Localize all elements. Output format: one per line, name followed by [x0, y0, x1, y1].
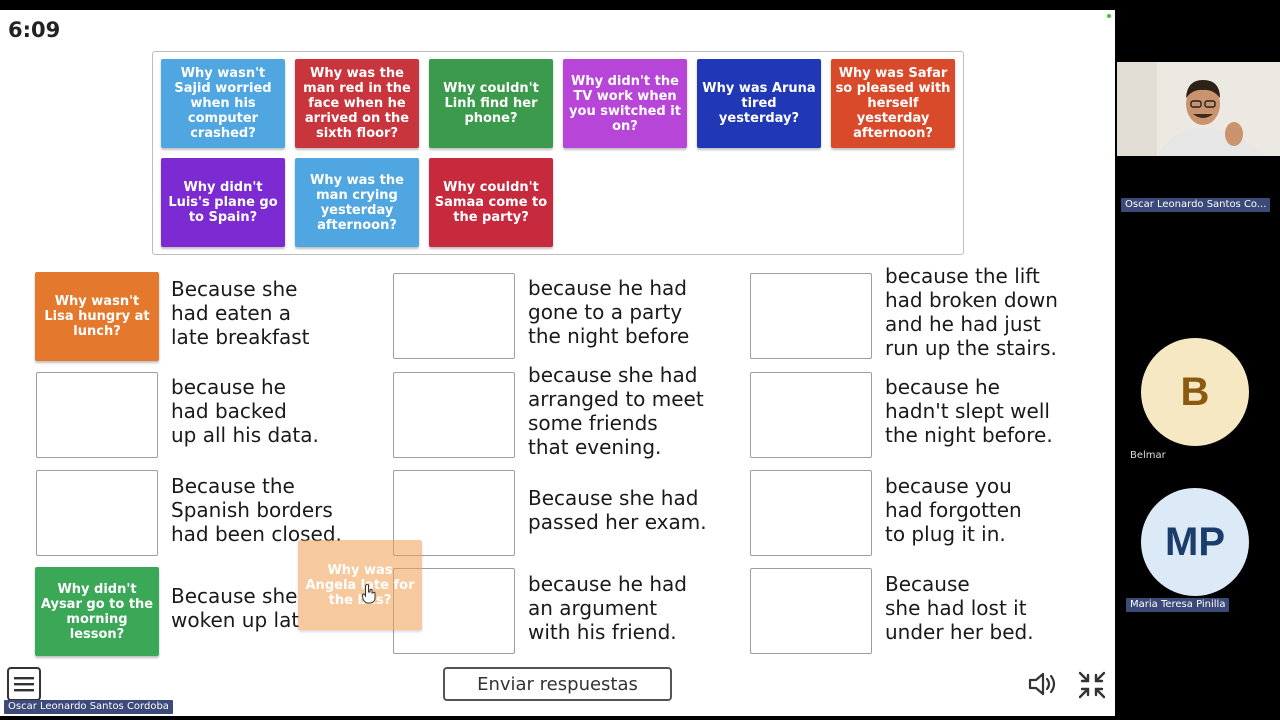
answer-text: because he hadn't slept well the night b…	[885, 375, 1053, 447]
bank-tile[interactable]: Why couldn't Samaa come to the party?	[429, 158, 553, 247]
timer: 6:09	[8, 18, 61, 42]
drop-slot[interactable]	[750, 470, 872, 556]
hand-cursor-icon	[362, 584, 376, 604]
submit-answers-button[interactable]: Enviar respuestas	[443, 667, 672, 701]
drop-slot[interactable]	[36, 372, 158, 458]
drop-slot[interactable]	[750, 568, 872, 654]
placed-tile[interactable]: Why didn't Aysar go to the morning lesso…	[35, 567, 159, 656]
participant-name-tag: Oscar Leonardo Santos Co...	[1121, 198, 1271, 212]
participant-video	[1117, 62, 1280, 156]
exit-fullscreen-icon[interactable]	[1077, 670, 1107, 700]
placed-tile[interactable]: Why wasn't Lisa hungry at lunch?	[35, 272, 159, 361]
answer-text: Because she had eaten a late breakfast	[171, 277, 310, 349]
self-name-tag: Oscar Leonardo Santos Cordoba	[4, 700, 173, 714]
status-dot	[1107, 14, 1111, 18]
answer-text: Because she had woken up late.	[171, 584, 299, 632]
participant-name-tag: Maria Teresa Pinilla	[1126, 598, 1230, 612]
answer-text: because she had arranged to meet some fr…	[528, 363, 704, 459]
answer-text: Because she had lost it under her bed.	[885, 572, 1034, 644]
hamburger-icon	[14, 677, 34, 692]
participant-avatar: MP	[1141, 488, 1249, 596]
drop-slot[interactable]	[393, 372, 515, 458]
drop-slot[interactable]	[750, 372, 872, 458]
bank-tile[interactable]: Why was the man crying yesterday afterno…	[295, 158, 419, 247]
answer-text: because he had backed up all his data.	[171, 375, 319, 447]
bank-tile[interactable]: Why didn't the TV work when you switched…	[563, 59, 687, 148]
answer-text: because he had an argument with his frie…	[528, 572, 687, 644]
bank-tile[interactable]: Why was Aruna tired yesterday?	[697, 59, 821, 148]
bank-tile[interactable]: Why wasn't Sajid worried when his comput…	[161, 59, 285, 148]
answer-text: because he had gone to a party the night…	[528, 276, 690, 348]
bank-tile[interactable]: Why was Safar so pleased with herself ye…	[831, 59, 955, 148]
activity-stage: 6:09 Why wasn't Sajid worried when his c…	[0, 10, 1115, 716]
bank-tile[interactable]: Why didn't Luis's plane go to Spain?	[161, 158, 285, 247]
drop-slot[interactable]	[393, 273, 515, 359]
answer-text: Because she had passed her exam.	[528, 486, 707, 534]
question-bank: Why wasn't Sajid worried when his comput…	[152, 51, 964, 255]
drop-slot[interactable]	[750, 273, 872, 359]
participant-name: Belmar	[1130, 450, 1166, 461]
bank-tile[interactable]: Why couldn't Linh find her phone?	[429, 59, 553, 148]
menu-button[interactable]	[7, 667, 41, 701]
drop-slot[interactable]	[36, 470, 158, 556]
participant-avatar: B	[1141, 338, 1249, 446]
speaker-icon[interactable]	[1028, 671, 1060, 697]
answer-text: because the lift had broken down and he …	[885, 264, 1058, 360]
answer-text: Because the Spanish borders had been clo…	[171, 474, 342, 546]
bank-tile[interactable]: Why was the man red in the face when he …	[295, 59, 419, 148]
dragging-tile[interactable]: Why was Angela late for the bus?	[298, 540, 422, 630]
person-video-image	[1117, 62, 1280, 156]
answer-text: because you had forgotten to plug it in.	[885, 474, 1022, 546]
